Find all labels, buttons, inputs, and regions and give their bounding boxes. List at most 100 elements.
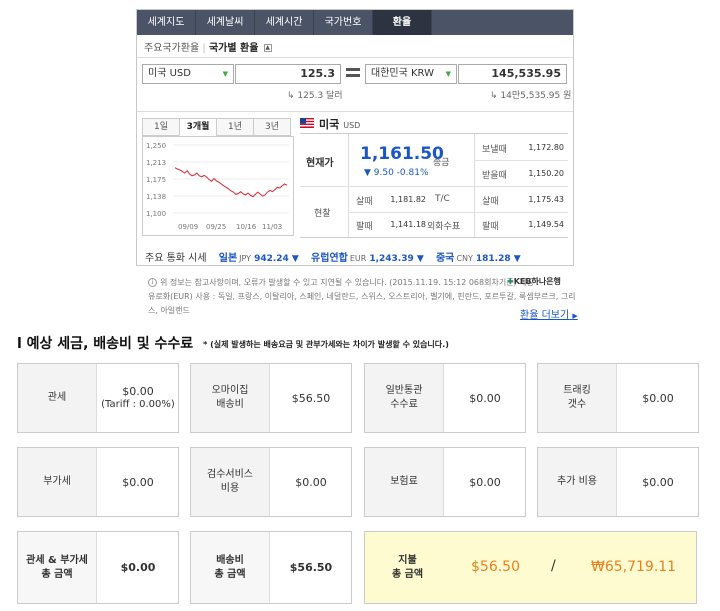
fee-amount: $0.00 xyxy=(122,475,154,489)
fee-card-value: $0.00 (Tariff : 0.00%) xyxy=(98,364,178,432)
payment-total-usd: $56.50 xyxy=(471,559,520,575)
payment-separator: / xyxy=(551,558,556,574)
fee-card-value: $0.00 xyxy=(445,448,525,516)
widget-tabs: 세계지도 세계날씨 세계시간 국가번호 환율 xyxy=(137,10,573,35)
fee-card-value: $0.00 xyxy=(618,448,698,516)
rate-change: ▼ 9.50 -0.81% xyxy=(364,168,429,178)
provider-logo: ✚KEB하나은행 xyxy=(507,276,561,287)
divider xyxy=(137,111,573,112)
equals-icon xyxy=(346,68,360,77)
divider xyxy=(474,160,568,161)
fee-card: 일반통관 수수료 $0.00 xyxy=(364,363,526,433)
tab-world-time[interactable]: 세계시간 xyxy=(255,10,314,35)
tab-exchange-rate[interactable]: 환율 xyxy=(373,10,432,35)
chart-series-line xyxy=(174,167,288,198)
tc-buy-label: 살때 xyxy=(482,197,499,207)
major-cny-value: 181.28 ▼ xyxy=(475,254,521,264)
chart-x-tick: 09/09 xyxy=(178,223,198,231)
chart-y-tick: 1,213 xyxy=(146,159,166,167)
current-rate: 1,161.50 xyxy=(360,144,444,164)
fee-card-value: $0.00 xyxy=(445,364,525,432)
rate-chart: 1,250 1,213 1,175 1,138 1,100 09/09 09/25 10/16… xyxy=(142,136,294,236)
receive-label: 받을때 xyxy=(482,171,507,181)
tc-label: T/C xyxy=(435,194,450,204)
tab-world-weather[interactable]: 세계날씨 xyxy=(196,10,255,35)
fees-title: l 예상 세금, 배송비 및 수수료 xyxy=(17,336,194,352)
fee-card-label: 일반통관 수수료 xyxy=(365,364,444,432)
foreign-check-label: 외화수표 xyxy=(427,222,461,232)
major-label: 주요 통화 시세 xyxy=(145,253,207,264)
total-shipping-label: 배송비 총 금액 xyxy=(191,532,270,603)
tab-country-code[interactable]: 국가번호 xyxy=(314,10,373,35)
fee-amount: $0.00 xyxy=(469,391,501,405)
total-shipping-value: $56.50 xyxy=(289,561,333,574)
check-sell-label: 팔때 xyxy=(482,222,499,232)
return-arrow-icon: ↳ xyxy=(287,91,298,101)
divider xyxy=(300,186,568,187)
fee-amount: $0.00 xyxy=(122,385,154,398)
fee-card-label: 검수서비스 비용 xyxy=(191,448,270,516)
info-icon: i xyxy=(148,278,157,287)
breadcrumb-parent[interactable]: 주요국가환율 xyxy=(144,43,199,54)
to-amount-input[interactable]: 145,535.95 xyxy=(458,64,567,84)
cash-sell-label: 팔때 xyxy=(356,222,373,232)
rate-chart-svg: 1,250 1,213 1,175 1,138 1,100 09/09 09/25 10/16… xyxy=(146,142,289,231)
chart-x-tick: 09/25 xyxy=(206,223,226,231)
cash-label: 현찰 xyxy=(314,209,331,219)
us-flag-icon xyxy=(300,118,314,128)
divider xyxy=(348,212,568,213)
total-tax-label: 관세 & 부가세 총 금액 xyxy=(18,532,97,603)
divider xyxy=(137,57,573,58)
caret-up-icon[interactable]: ▲ xyxy=(263,44,272,52)
from-amount-hint: ↳ 125.3 달러 xyxy=(287,91,343,101)
chevron-right-icon: ▶ xyxy=(572,312,578,320)
chart-y-tick: 1,100 xyxy=(146,210,166,218)
payment-total-label: 지불 총 금액 xyxy=(391,554,424,580)
fees-subtitle: * (실제 발생하는 배송요금 및 관부가세와는 차이가 발생할 수 있습니다.… xyxy=(203,339,449,349)
fee-card: 검수서비스 비용 $0.00 xyxy=(190,447,352,517)
period-tab-3y[interactable]: 3년 xyxy=(253,118,291,136)
major-currencies: 주요 통화 시세 일본 JPY 942.24 ▼ 유럽연합 EUR 1,243.39 ▼… xyxy=(145,249,521,264)
more-rates-link[interactable]: 환율 더보기 ▶ xyxy=(520,306,578,321)
cash-sell-value: 1,141.18 xyxy=(390,220,426,229)
country-title: 미국 USD xyxy=(319,116,360,132)
fee-card: 트래킹 갯수 $0.00 xyxy=(537,363,699,433)
fee-amount: $0.00 xyxy=(469,475,501,489)
fee-amount: $0.00 xyxy=(295,475,327,489)
send-label: 보낼때 xyxy=(482,145,507,155)
period-tab-1d[interactable]: 1일 xyxy=(142,118,180,136)
major-jpy-value: 942.24 ▼ xyxy=(254,254,299,264)
check-sell-value: 1,149.54 xyxy=(528,220,564,229)
cash-buy-value: 1,181.82 xyxy=(390,195,426,204)
receive-value: 1,150.20 xyxy=(528,169,564,178)
keb-logo-icon: ✚ xyxy=(507,277,514,286)
major-eur-name[interactable]: 유럽연합 xyxy=(311,253,348,264)
fee-detail: (Tariff : 0.00%) xyxy=(101,399,175,410)
cash-buy-label: 살때 xyxy=(356,197,373,207)
to-currency-select[interactable]: 대한민국 KRW ▼ xyxy=(365,64,457,84)
from-currency-select[interactable]: 미국 USD ▼ xyxy=(142,64,234,84)
send-value: 1,172.80 xyxy=(528,143,564,152)
triangle-down-icon: ▼ xyxy=(222,70,228,78)
tab-world-map[interactable]: 세계지도 xyxy=(137,10,196,35)
chart-x-tick: 10/16 xyxy=(236,223,257,231)
chart-y-tick: 1,138 xyxy=(146,193,166,201)
fee-card: 추가 비용 $0.00 xyxy=(537,447,699,517)
major-cny-name[interactable]: 중국 xyxy=(436,253,454,264)
from-amount-input[interactable]: 125.3 xyxy=(235,64,341,84)
major-jpy-name[interactable]: 일본 xyxy=(219,253,237,264)
period-tab-3m[interactable]: 3개월 xyxy=(179,118,217,136)
chart-y-tick: 1,175 xyxy=(146,176,166,184)
fee-card-value: $0.00 xyxy=(618,364,698,432)
breadcrumb-current: 국가별 환율 xyxy=(208,43,259,54)
total-tax-value: $0.00 xyxy=(120,561,156,574)
major-jpy-code: JPY xyxy=(239,254,252,263)
total-shipping-card: 배송비 총 금액 $56.50 xyxy=(190,531,352,604)
period-tab-1y[interactable]: 1년 xyxy=(216,118,254,136)
total-tax-card: 관세 & 부가세 총 금액 $0.00 xyxy=(17,531,179,604)
note-line-2: 유로화(EUR) 사용 : 독일, 프랑스, 이탈리아, 스페인, 네덜란드, … xyxy=(148,292,576,315)
fee-card-label: 관세 xyxy=(18,364,97,432)
major-eur-code: EUR xyxy=(349,254,367,263)
breadcrumb: 주요국가환율 | 국가별 환율 ▲ xyxy=(144,43,272,54)
fee-card: 부가세 $0.00 xyxy=(17,447,179,517)
